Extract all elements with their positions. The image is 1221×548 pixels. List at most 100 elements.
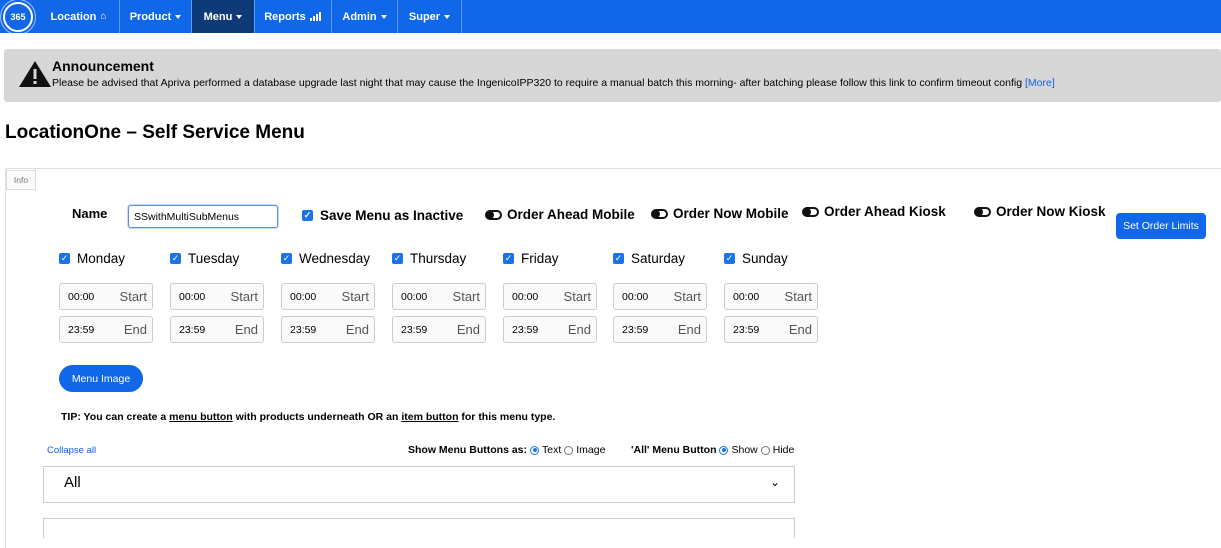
nav-menu[interactable]: Menu [192, 0, 255, 33]
nav-reports-label: Reports [264, 10, 306, 23]
day-label: Saturday [631, 251, 686, 266]
top-navbar: 365 Location ⌂ Product Menu Reports Admin… [0, 0, 1221, 35]
tip-prefix: TIP: You can create a [61, 411, 170, 423]
day-saturday[interactable]: ✓ Saturday [613, 251, 685, 266]
radio-show[interactable] [719, 445, 729, 455]
tab-info[interactable]: Info [6, 170, 36, 190]
start-time-friday[interactable]: 00:00 Start [503, 283, 597, 310]
toggle-icon [651, 208, 668, 219]
end-time-monday[interactable]: 23:59 End [59, 316, 153, 343]
start-time-thursday[interactable]: 00:00 Start [392, 283, 486, 310]
end-time-value: 23:59 [512, 324, 539, 336]
start-label: Start [119, 289, 147, 304]
accordion-label: All [64, 474, 81, 491]
end-time-saturday[interactable]: 23:59 End [613, 316, 707, 343]
show-buttons-label: Show Menu Buttons as: [408, 444, 527, 456]
tip-menu-button-link[interactable]: menu button [169, 411, 233, 423]
day-sunday[interactable]: ✓ Sunday [724, 251, 788, 266]
start-time-value: 00:00 [179, 291, 206, 303]
start-time-value: 00:00 [733, 291, 760, 303]
chevron-down-icon [380, 14, 387, 19]
start-time-saturday[interactable]: 00:00 Start [613, 283, 707, 310]
set-order-limits-button[interactable]: Set Order Limits [1116, 213, 1206, 239]
all-button-options: 'All' Menu Button Show Hide [631, 444, 794, 456]
name-field[interactable] [128, 205, 278, 228]
checkbox-checked-icon: ✓ [613, 253, 624, 264]
nav-location[interactable]: Location ⌂ [38, 0, 120, 33]
logo[interactable]: 365 [3, 2, 33, 32]
end-time-sunday[interactable]: 23:59 End [724, 316, 818, 343]
end-time-friday[interactable]: 23:59 End [503, 316, 597, 343]
toggle-icon [485, 209, 502, 220]
day-tuesday[interactable]: ✓ Tuesday [170, 251, 239, 266]
checkbox-checked-icon: ✓ [503, 253, 514, 264]
toggle-icon [974, 206, 991, 217]
start-time-value: 00:00 [290, 291, 317, 303]
start-label: Start [673, 289, 701, 304]
home-icon: ⌂ [100, 11, 107, 22]
toggle-order-now-mobile[interactable]: Order Now Mobile [651, 206, 789, 221]
day-label: Monday [77, 251, 126, 266]
announcement-banner: Announcement Please be advised that Apri… [4, 49, 1221, 102]
day-label: Tuesday [188, 251, 240, 266]
start-time-value: 00:00 [622, 291, 649, 303]
toggle-label: Order Ahead Kiosk [824, 204, 946, 219]
tip-text: TIP: You can create a menu button with p… [61, 411, 555, 423]
end-label: End [456, 322, 480, 337]
toggle-order-ahead-mobile[interactable]: Order Ahead Mobile [485, 207, 635, 222]
all-button-label: 'All' Menu Button [631, 444, 717, 456]
end-time-wednesday[interactable]: 23:59 End [281, 316, 375, 343]
day-label: Sunday [742, 251, 788, 266]
checkbox-checked-icon: ✓ [302, 210, 313, 221]
start-time-monday[interactable]: 00:00 Start [59, 283, 153, 310]
toggle-label: Order Now Mobile [673, 206, 789, 221]
start-label: Start [784, 289, 812, 304]
end-time-thursday[interactable]: 23:59 End [392, 316, 486, 343]
day-label: Thursday [410, 251, 467, 266]
end-time-value: 23:59 [401, 324, 428, 336]
announcement-title: Announcement [52, 58, 154, 74]
start-time-sunday[interactable]: 00:00 Start [724, 283, 818, 310]
tip-item-button-link[interactable]: item button [401, 411, 458, 423]
nav-location-label: Location [50, 10, 97, 23]
day-friday[interactable]: ✓ Friday [503, 251, 559, 266]
nav-admin[interactable]: Admin [332, 0, 398, 33]
announcement-text: Please be advised that Apriva performed … [52, 77, 1055, 89]
toggle-order-ahead-kiosk[interactable]: Order Ahead Kiosk [802, 204, 946, 219]
checkbox-checked-icon: ✓ [170, 253, 181, 264]
nav-reports[interactable]: Reports [255, 0, 332, 33]
nav-menu-label: Menu [203, 10, 233, 23]
nav-super[interactable]: Super [398, 0, 462, 33]
accordion-all[interactable]: All ⌄ [43, 466, 795, 503]
announcement-more-link[interactable]: [More] [1025, 77, 1055, 89]
radio-image[interactable] [564, 445, 574, 455]
checkbox-checked-icon: ✓ [59, 253, 70, 264]
day-monday[interactable]: ✓ Monday [59, 251, 125, 266]
collapse-all-link[interactable]: Collapse all [47, 445, 96, 456]
radio-text[interactable] [530, 445, 539, 455]
save-inactive-checkbox[interactable]: ✓ Save Menu as Inactive [302, 208, 463, 223]
tip-middle: with products underneath OR an [232, 411, 402, 423]
end-time-value: 23:59 [179, 324, 206, 336]
day-label: Wednesday [299, 251, 371, 266]
checkbox-checked-icon: ✓ [281, 253, 292, 264]
announcement-body: Please be advised that Apriva performed … [52, 77, 1023, 89]
chevron-down-icon: ⌄ [769, 475, 780, 489]
nav-product[interactable]: Product [120, 0, 192, 33]
menu-image-button[interactable]: Menu Image [59, 365, 143, 392]
nav-product-label: Product [129, 10, 172, 23]
nav-super-label: Super [408, 10, 441, 23]
day-thursday[interactable]: ✓ Thursday [392, 251, 466, 266]
end-time-value: 23:59 [290, 324, 317, 336]
toggle-label: Order Now Kiosk [996, 204, 1106, 219]
day-wednesday[interactable]: ✓ Wednesday [281, 251, 370, 266]
start-time-wednesday[interactable]: 00:00 Start [281, 283, 375, 310]
radio-hide[interactable] [760, 445, 770, 455]
start-label: Start [341, 289, 369, 304]
toggle-order-now-kiosk[interactable]: Order Now Kiosk [974, 204, 1106, 219]
end-time-tuesday[interactable]: 23:59 End [170, 316, 264, 343]
logo-text: 365 [10, 12, 26, 22]
start-time-tuesday[interactable]: 00:00 Start [170, 283, 264, 310]
end-label: End [123, 322, 147, 337]
accordion-next[interactable] [43, 518, 795, 538]
